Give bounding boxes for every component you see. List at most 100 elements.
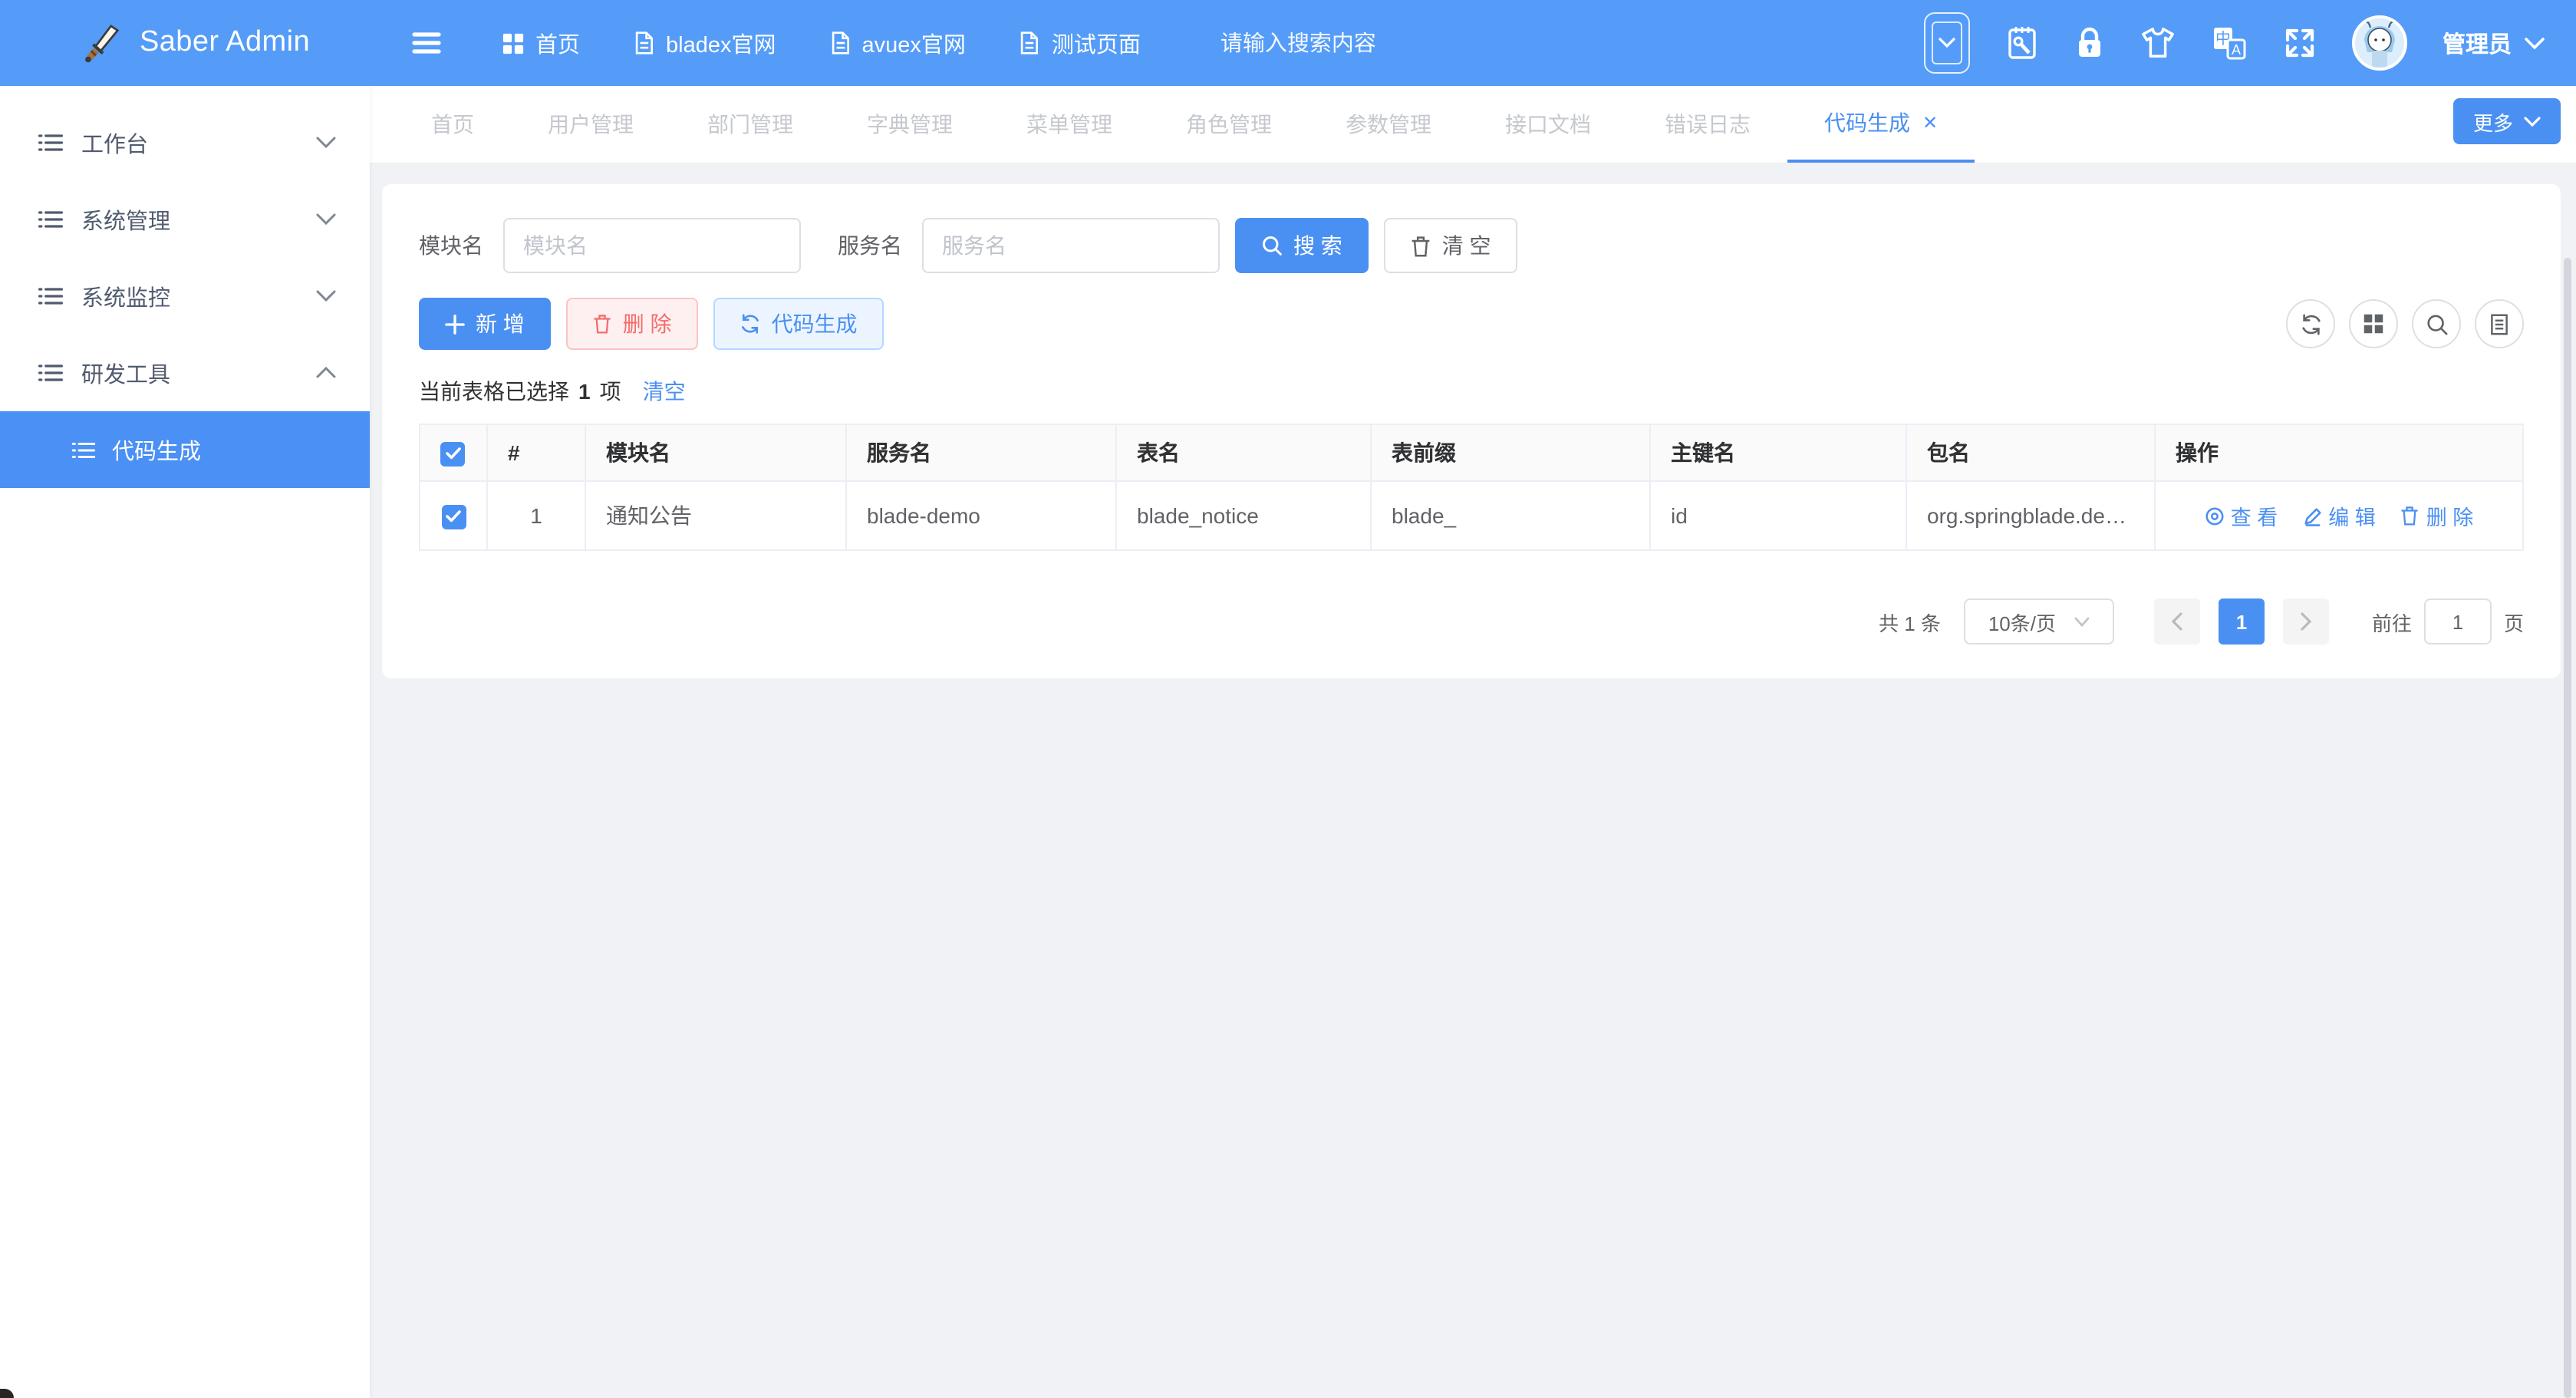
top-menu-test[interactable]: 测试页面 — [1018, 27, 1141, 59]
page-number-current[interactable]: 1 — [2219, 598, 2265, 645]
sidebar-item-label: 系统管理 — [81, 203, 299, 236]
sidebar-item-code-generation[interactable]: 代码生成 — [0, 411, 370, 488]
search-button[interactable]: 搜 索 — [1235, 218, 1369, 273]
document-icon — [632, 31, 655, 55]
table-toolbar: 新 增 删 除 代码生成 — [419, 298, 2524, 350]
logo: Saber Admin — [0, 0, 370, 86]
col-header-service: 服务名 — [846, 424, 1116, 481]
col-header-index: # — [487, 424, 585, 481]
service-name-input[interactable] — [922, 218, 1220, 273]
col-header-actions: 操作 — [2155, 424, 2523, 481]
row-checkbox[interactable] — [441, 504, 466, 529]
global-search-input[interactable] — [1220, 31, 1481, 56]
module-name-label: 模块名 — [419, 230, 483, 261]
selection-info: 当前表格已选择 1 项 清空 — [419, 376, 2524, 407]
cell-index: 1 — [487, 481, 585, 550]
sidebar-item-label: 系统监控 — [81, 280, 299, 312]
refresh-icon[interactable] — [2286, 299, 2335, 348]
chevron-down-icon — [2524, 36, 2545, 50]
tab-home[interactable]: 首页 — [394, 86, 511, 163]
list-menu-icon — [71, 437, 97, 463]
tab-dept-mgmt[interactable]: 部门管理 — [670, 86, 830, 163]
main-area: 首页 用户管理 部门管理 字典管理 菜单管理 角色管理 参数管理 接口文档 错误… — [370, 86, 2576, 1398]
app-root: Saber Admin 首页 — [0, 0, 2576, 1398]
grid-tools — [2286, 299, 2524, 348]
tab-code-generation[interactable]: 代码生成 ✕ — [1787, 86, 1975, 163]
clear-button[interactable]: 清 空 — [1384, 218, 1517, 273]
edit-icon — [2302, 506, 2322, 526]
edit-link[interactable]: 编 辑 — [2302, 501, 2376, 532]
cell-module: 通知公告 — [585, 481, 846, 550]
top-menu-home[interactable]: 首页 — [502, 27, 580, 59]
search-toggle-icon[interactable] — [2412, 299, 2461, 348]
tab-dict-mgmt[interactable]: 字典管理 — [830, 86, 990, 163]
scrollbar-thumb[interactable] — [2564, 258, 2571, 1398]
code-generate-button[interactable]: 代码生成 — [713, 298, 884, 350]
sidebar-item-workbench[interactable]: 工作台 — [0, 104, 370, 181]
table-view-icon[interactable] — [2475, 299, 2524, 348]
tab-menu-mgmt[interactable]: 菜单管理 — [990, 86, 1149, 163]
service-name-label: 服务名 — [838, 230, 902, 261]
delete-link[interactable]: 删 除 — [2400, 500, 2474, 531]
sidebar-item-system-monitor[interactable]: 系统监控 — [0, 258, 370, 335]
pagination-total: 共 1 条 — [1879, 607, 1941, 636]
svg-text:A: A — [2232, 42, 2241, 58]
debug-tool-icon[interactable] — [2005, 25, 2039, 61]
delete-button[interactable]: 删 除 — [566, 298, 698, 350]
theme-icon[interactable] — [2140, 26, 2176, 60]
next-page-button[interactable] — [2283, 598, 2329, 645]
page-size-select[interactable]: 10条/页 — [1964, 598, 2114, 645]
collapse-preview-icon[interactable] — [1924, 12, 1970, 74]
module-name-input[interactable] — [503, 218, 801, 273]
chevron-down-icon — [316, 213, 336, 226]
tab-param-mgmt[interactable]: 参数管理 — [1309, 86, 1468, 163]
sword-logo-icon — [83, 22, 124, 64]
user-avatar[interactable] — [2352, 15, 2407, 71]
column-settings-icon[interactable] — [2349, 299, 2398, 348]
top-menu-bladex[interactable]: bladex官网 — [632, 27, 776, 59]
sidebar-item-system-mgmt[interactable]: 系统管理 — [0, 181, 370, 258]
sidebar-collapse-icon[interactable] — [407, 23, 446, 63]
list-menu-icon — [37, 206, 64, 233]
tab-close-icon[interactable]: ✕ — [1922, 112, 1938, 134]
chevron-left-icon — [2171, 612, 2183, 631]
top-menu-label: avuex官网 — [861, 27, 965, 59]
top-menu-label: bladex官网 — [666, 27, 776, 59]
tab-api-docs[interactable]: 接口文档 — [1468, 86, 1628, 163]
user-menu[interactable]: 管理员 — [2443, 27, 2545, 59]
tab-error-log[interactable]: 错误日志 — [1628, 86, 1787, 163]
top-menu-avuex[interactable]: avuex官网 — [828, 27, 965, 59]
prev-page-button[interactable] — [2154, 598, 2200, 645]
document-icon — [828, 31, 851, 55]
sidebar-item-label: 工作台 — [81, 127, 299, 159]
fullscreen-icon[interactable] — [2283, 26, 2317, 60]
top-menu-label: 首页 — [535, 27, 580, 59]
chevron-down-icon — [316, 137, 336, 149]
pagination: 共 1 条 10条/页 1 前往 页 — [419, 598, 2524, 645]
add-button[interactable]: 新 增 — [419, 298, 551, 350]
view-icon — [2205, 506, 2225, 526]
cell-table: blade_notice — [1116, 481, 1371, 550]
document-icon — [1018, 31, 1041, 55]
table-row[interactable]: 1 通知公告 blade-demo blade_notice blade_ id… — [420, 481, 2523, 550]
view-link[interactable]: 查 看 — [2205, 501, 2278, 532]
global-search — [1220, 30, 1481, 56]
chevron-up-icon — [316, 367, 336, 379]
cell-prefix: blade_ — [1371, 481, 1650, 550]
tab-role-mgmt[interactable]: 角色管理 — [1149, 86, 1309, 163]
translate-icon[interactable]: 中 A — [2211, 25, 2248, 61]
sidebar-item-dev-tools[interactable]: 研发工具 — [0, 335, 370, 411]
trash-icon — [592, 313, 612, 335]
top-menu: 首页 bladex官网 avuex官网 — [502, 27, 1141, 59]
selection-clear-link[interactable]: 清空 — [643, 376, 686, 407]
cell-pk: id — [1650, 481, 1906, 550]
goto-page-input[interactable] — [2424, 598, 2492, 645]
select-all-checkbox[interactable] — [440, 441, 465, 466]
data-table: # 模块名 服务名 表名 表前缀 主键名 包名 操作 — [419, 424, 2524, 551]
grid-icon — [502, 31, 525, 54]
cell-package: org.springblade.desk... — [1906, 481, 2155, 550]
lock-icon[interactable] — [2074, 25, 2105, 61]
more-tabs-button[interactable]: 更多 — [2453, 98, 2561, 144]
tab-user-mgmt[interactable]: 用户管理 — [511, 86, 670, 163]
col-header-module: 模块名 — [585, 424, 846, 481]
